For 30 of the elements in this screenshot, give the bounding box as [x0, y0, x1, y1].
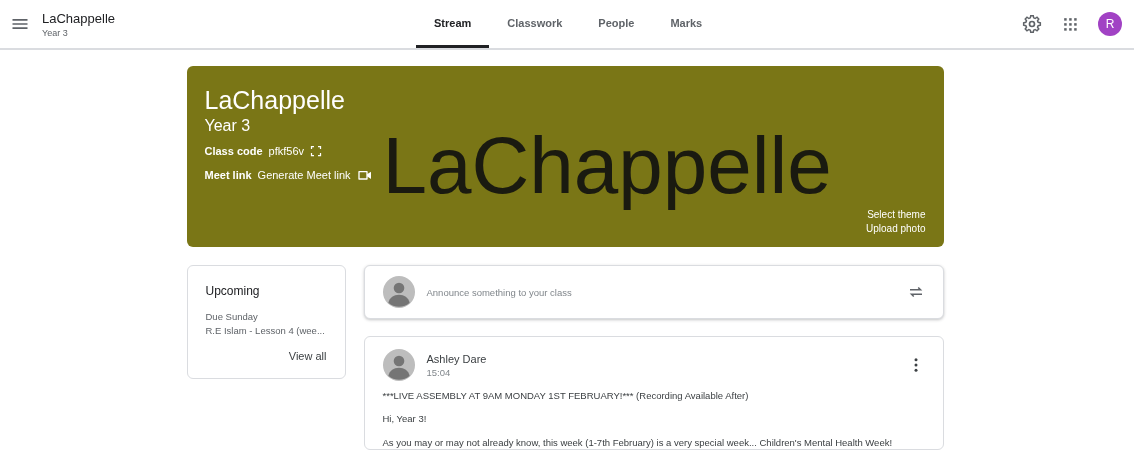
tab[interactable]: People — [580, 0, 653, 48]
post-paragraph: As you may or may not already know, this week (1-7th February) is a very special week... Children's Mental Health Week! — [382, 435, 894, 449]
generate-meet-link[interactable]: Generate Meet link — [257, 169, 351, 181]
account-avatar[interactable]: R — [1098, 12, 1122, 36]
due-date: Due Sunday — [205, 311, 259, 322]
upcoming-title: Upcoming — [205, 284, 261, 298]
banner-subtitle: Year 3 — [204, 117, 252, 135]
class-code: pfkf56v — [268, 145, 305, 157]
avatar-icon — [382, 349, 415, 381]
expand-icon[interactable] — [310, 145, 323, 157]
settings-icon[interactable] — [1022, 14, 1042, 34]
assignment-link[interactable]: R.E Islam - Lesson 4 (wee... — [205, 325, 327, 336]
avatar-icon — [382, 276, 415, 308]
tab[interactable]: Marks — [652, 0, 721, 48]
class-code-label: Class code — [204, 145, 263, 157]
announce-field[interactable]: Announce something to your class — [426, 286, 895, 298]
banner-title: LaChappelle — [204, 86, 346, 115]
post-author: Ashley Dare — [426, 352, 488, 365]
banner-link[interactable]: Upload photo — [866, 223, 926, 234]
meet-link-label: Meet link — [204, 169, 252, 181]
banner-link[interactable]: Select theme — [867, 209, 926, 220]
class-title: LaChappelle — [42, 10, 115, 26]
post-paragraph: ***LIVE ASSEMBLY AT 9AM MONDAY 1ST FEBRUARY!*** (Recording Available After) — [382, 389, 750, 403]
view-all-link[interactable]: View all — [288, 350, 327, 362]
post-time: 15:04 — [426, 366, 452, 378]
tab[interactable]: Classwork — [489, 0, 581, 48]
class-section: Year 3 — [42, 27, 115, 38]
post-paragraph: Hi, Year 3! — [382, 412, 428, 426]
banner-art-text: LaChappelle — [382, 120, 832, 212]
tab[interactable]: Stream — [416, 0, 490, 48]
